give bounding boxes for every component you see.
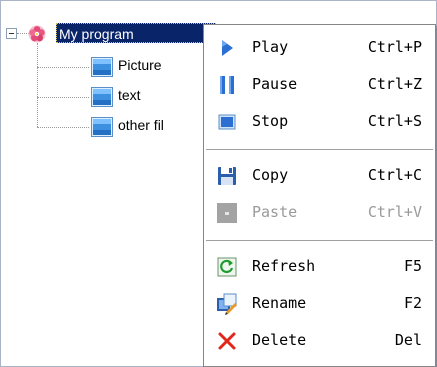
program-flower-icon <box>28 25 46 43</box>
menu-label: Paste <box>252 203 298 221</box>
menu-shortcut: Ctrl+Z <box>367 75 422 93</box>
menu-shortcut: F5 <box>403 257 422 275</box>
menu-shortcut: Ctrl+S <box>367 112 422 130</box>
menu-item-pause[interactable]: Pause Ctrl+Z <box>204 65 435 103</box>
menu-item-rename[interactable]: Rename F2 <box>204 284 435 322</box>
tree-connector <box>37 97 89 98</box>
tree-connector <box>37 67 89 68</box>
tree-connector <box>37 43 38 127</box>
play-icon <box>222 40 233 56</box>
refresh-icon <box>217 257 237 277</box>
menu-label: Pause <box>252 75 298 93</box>
page-window-icon <box>91 87 113 107</box>
menu-label: Play <box>252 38 289 56</box>
menu-separator <box>206 149 433 151</box>
menu-shortcut: Ctrl+P <box>367 38 422 56</box>
page-window-icon <box>91 117 113 137</box>
floppy-disk-icon <box>218 167 236 185</box>
collapse-toggle[interactable] <box>6 28 17 39</box>
tree-node-picture[interactable]: Picture <box>118 56 162 74</box>
menu-item-copy[interactable]: Copy Ctrl+C <box>204 156 435 194</box>
page-window-icon <box>91 57 113 77</box>
menu-item-delete[interactable]: Delete Del <box>204 321 435 359</box>
rename-icon <box>217 293 237 315</box>
menu-item-stop[interactable]: Stop Ctrl+S <box>204 102 435 140</box>
menu-label: Refresh <box>252 257 316 275</box>
menu-label: Copy <box>252 166 289 184</box>
menu-label: Delete <box>252 331 307 349</box>
menu-label: Stop <box>252 112 289 130</box>
pause-icon <box>220 76 234 94</box>
tree-node-text[interactable]: text <box>118 86 141 104</box>
tree-connector <box>37 127 89 128</box>
menu-shortcut: Del <box>394 331 422 349</box>
menu-shortcut: Ctrl+V <box>367 203 422 221</box>
tree-node-label: My program <box>59 26 134 42</box>
tree-node-my-program[interactable]: My program <box>56 23 216 43</box>
menu-item-play[interactable]: Play Ctrl+P <box>204 28 435 66</box>
context-menu: Play Ctrl+P Pause Ctrl+Z Stop Ctrl+S Cop… <box>203 24 436 367</box>
menu-shortcut: F2 <box>403 294 422 312</box>
delete-x-icon <box>218 332 236 350</box>
stop-icon <box>218 114 236 130</box>
menu-separator <box>206 240 433 242</box>
menu-item-refresh[interactable]: Refresh F5 <box>204 247 435 285</box>
menu-shortcut: Ctrl+C <box>367 166 422 184</box>
paste-icon <box>217 203 237 223</box>
menu-label: Rename <box>252 294 307 312</box>
menu-item-paste: Paste Ctrl+V <box>204 193 435 231</box>
tree-node-other-files[interactable]: other fil <box>118 116 164 134</box>
